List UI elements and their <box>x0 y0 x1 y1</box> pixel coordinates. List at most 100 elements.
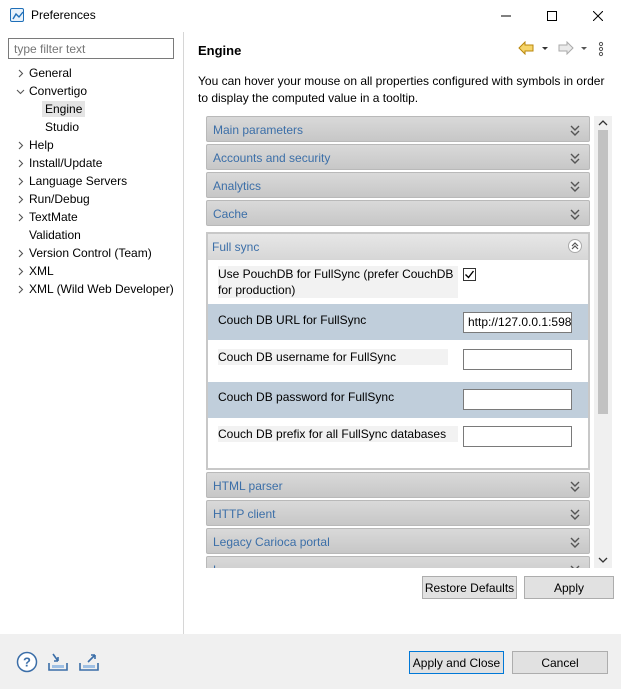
checkmark-icon <box>465 270 475 279</box>
chevron-right-icon[interactable] <box>15 244 25 262</box>
tree-item[interactable]: Convertigo <box>16 82 88 100</box>
tree-item-label: Help <box>29 138 54 152</box>
section-label: L <box>213 563 220 568</box>
help-icon[interactable]: ? <box>16 651 38 673</box>
chevron-right-icon[interactable] <box>15 190 25 208</box>
forward-button[interactable] <box>558 40 574 59</box>
tree-item[interactable]: Language Servers <box>18 172 127 190</box>
expand-icon[interactable] <box>569 479 581 493</box>
expand-icon[interactable] <box>569 179 581 193</box>
tree-item-label: XML <box>29 264 54 278</box>
filter-input[interactable] <box>8 38 174 59</box>
section-header[interactable]: Legacy Carioca portal <box>206 528 590 554</box>
back-button[interactable] <box>518 40 534 59</box>
prop-row-couchdb-password: Couch DB password for FullSync <box>208 382 588 418</box>
apply-and-close-button[interactable]: Apply and Close <box>409 651 504 674</box>
section-label: Accounts and security <box>213 151 331 165</box>
section-header[interactable]: Analytics <box>206 172 590 198</box>
prop-label: Couch DB URL for FullSync <box>218 313 367 327</box>
tree-item[interactable]: Validation <box>29 226 81 244</box>
tree-item[interactable]: TextMate <box>18 208 78 226</box>
forward-menu-button[interactable] <box>580 41 588 59</box>
section-header[interactable]: HTTP client <box>206 500 590 526</box>
svg-text:?: ? <box>23 655 31 670</box>
tree-item-label: Version Control (Team) <box>29 246 152 260</box>
app-icon <box>10 8 24 22</box>
tree-item[interactable]: Engine <box>42 100 86 118</box>
section-full-sync: Full sync Use PouchDB for FullSync (pref… <box>206 232 590 470</box>
couchdb-prefix-input[interactable] <box>463 426 572 447</box>
tree-item[interactable]: Install/Update <box>18 154 102 172</box>
couchdb-url-input[interactable]: http://127.0.0.1:5984 <box>463 312 572 333</box>
scrollbar-thumb[interactable] <box>598 130 608 414</box>
tree-item[interactable]: Help <box>18 136 54 154</box>
forward-arrow-icon <box>558 40 574 56</box>
section-label: Main parameters <box>213 123 304 137</box>
chevron-right-icon[interactable] <box>15 172 25 190</box>
prop-label: Couch DB prefix for all FullSync databas… <box>218 426 458 442</box>
scroll-up-icon[interactable] <box>598 118 608 128</box>
expand-icon[interactable] <box>569 207 581 221</box>
chevron-down-icon[interactable] <box>15 82 25 100</box>
maximize-icon <box>547 10 557 21</box>
prop-row-use-pouchdb: Use PouchDB for FullSync (prefer CouchDB… <box>208 260 588 300</box>
vertical-scrollbar[interactable] <box>594 116 612 568</box>
section-label: Analytics <box>213 179 262 193</box>
cancel-button[interactable]: Cancel <box>512 651 608 674</box>
use-pouchdb-checkbox[interactable] <box>463 268 476 281</box>
expand-icon[interactable] <box>569 563 581 568</box>
close-icon <box>593 10 603 21</box>
export-icon[interactable] <box>78 651 100 673</box>
tree-item-label: Studio <box>45 120 80 134</box>
prop-row-couchdb-prefix: Couch DB prefix for all FullSync databas… <box>208 422 588 458</box>
expand-icon[interactable] <box>569 535 581 549</box>
tree-item[interactable]: XML <box>18 262 54 280</box>
prop-label: Couch DB username for FullSync <box>218 349 448 365</box>
expand-icon[interactable] <box>569 507 581 521</box>
prop-label: Use PouchDB for FullSync (prefer CouchDB… <box>218 266 458 298</box>
chevron-right-icon[interactable] <box>15 154 25 172</box>
section-label: Cache <box>213 207 248 221</box>
tree-item[interactable]: XML (Wild Web Developer) <box>18 280 174 298</box>
section-label: HTTP client <box>213 507 276 521</box>
expand-icon[interactable] <box>569 151 581 165</box>
tree-item[interactable]: Run/Debug <box>18 190 90 208</box>
more-vertical-icon <box>598 41 604 57</box>
restore-defaults-button[interactable]: Restore Defaults <box>422 576 517 599</box>
import-icon[interactable] <box>47 651 69 673</box>
chevron-right-icon[interactable] <box>15 208 25 226</box>
chevron-right-icon[interactable] <box>15 136 25 154</box>
section-label: HTML parser <box>213 479 283 493</box>
couchdb-password-input[interactable] <box>463 389 572 410</box>
expand-icon[interactable] <box>569 123 581 137</box>
chevron-right-icon[interactable] <box>15 262 25 280</box>
back-arrow-icon <box>518 40 534 56</box>
tree-item[interactable]: Studio <box>45 118 79 136</box>
chevron-right-icon[interactable] <box>15 280 25 298</box>
back-menu-button[interactable] <box>541 41 549 59</box>
chevron-down-icon <box>581 47 587 50</box>
section-header[interactable]: L <box>206 556 590 568</box>
tree-item[interactable]: General <box>18 64 72 82</box>
chevron-right-icon[interactable] <box>15 64 25 82</box>
section-header[interactable]: Cache <box>206 200 590 226</box>
close-button[interactable] <box>575 0 621 31</box>
section-header[interactable]: Main parameters <box>206 116 590 142</box>
view-menu-button[interactable] <box>598 41 604 59</box>
couchdb-username-input[interactable] <box>463 349 572 370</box>
prop-row-couchdb-username: Couch DB username for FullSync <box>208 344 588 380</box>
tree-item-label: Convertigo <box>29 84 88 98</box>
section-full-sync-header[interactable]: Full sync <box>208 234 588 260</box>
page-description: You can hover your mouse on all properti… <box>198 74 605 105</box>
scroll-down-icon[interactable] <box>598 555 608 565</box>
collapse-icon[interactable] <box>568 239 582 253</box>
prop-row-couchdb-url: Couch DB URL for FullSync http://127.0.0… <box>208 304 588 340</box>
preferences-tree-panel: General Convertigo Engine Studio Help Install… <box>0 32 184 634</box>
section-header[interactable]: HTML parser <box>206 472 590 498</box>
section-header[interactable]: Accounts and security <box>206 144 590 170</box>
tree-item[interactable]: Version Control (Team) <box>18 244 152 262</box>
section-label: Full sync <box>212 240 260 254</box>
maximize-button[interactable] <box>529 0 575 31</box>
apply-button[interactable]: Apply <box>524 576 614 599</box>
minimize-button[interactable] <box>483 0 529 31</box>
